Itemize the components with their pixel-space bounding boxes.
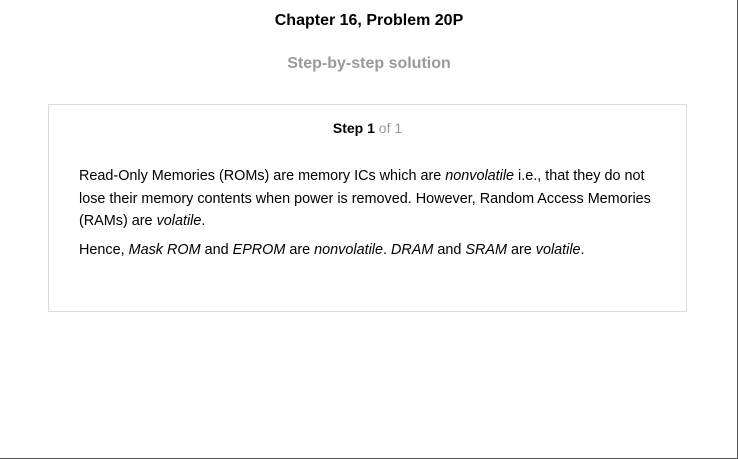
emphasis-text: volatile bbox=[156, 213, 202, 229]
text-segment: . bbox=[382, 241, 391, 258]
step-header: Step 1 of 1 bbox=[49, 119, 686, 137]
emphasis-text: SRAM bbox=[465, 241, 507, 258]
text-segment: Hence, bbox=[79, 241, 129, 258]
text-segment: and bbox=[200, 241, 233, 258]
emphasis-text: Mask ROM bbox=[128, 241, 201, 258]
text-segment: are bbox=[285, 241, 315, 258]
page-title: Chapter 16, Problem 20P bbox=[274, 12, 464, 29]
step-body: Read-Only Memories (ROMs) are memory ICs… bbox=[79, 165, 654, 267]
text-segment: . bbox=[580, 241, 585, 258]
emphasis-text: nonvolatile bbox=[314, 241, 383, 258]
step-number: 1 bbox=[367, 120, 375, 136]
emphasis-text: volatile bbox=[535, 241, 581, 258]
step-card: Step 1 of 1 Read-Only Memories (ROMs) ar… bbox=[48, 104, 687, 312]
step-label: Step bbox=[332, 120, 364, 136]
solution-subtitle: Step-by-step solution bbox=[287, 55, 451, 72]
solution-paragraph-1: Read-Only Memories (ROMs) are memory ICs… bbox=[79, 165, 654, 233]
emphasis-text: nonvolatile bbox=[445, 168, 515, 184]
emphasis-text: DRAM bbox=[390, 241, 434, 258]
emphasis-text: EPROM bbox=[232, 241, 286, 258]
text-segment: and bbox=[433, 241, 466, 258]
solution-paragraph-2: Hence, Mask ROM and EPROM are nonvolatil… bbox=[79, 239, 654, 262]
step-total: of 1 bbox=[378, 120, 403, 136]
text-segment: Read-Only Memories (ROMs) are memory ICs… bbox=[79, 168, 446, 184]
text-segment: are bbox=[506, 241, 536, 258]
text-segment: . bbox=[201, 213, 206, 229]
